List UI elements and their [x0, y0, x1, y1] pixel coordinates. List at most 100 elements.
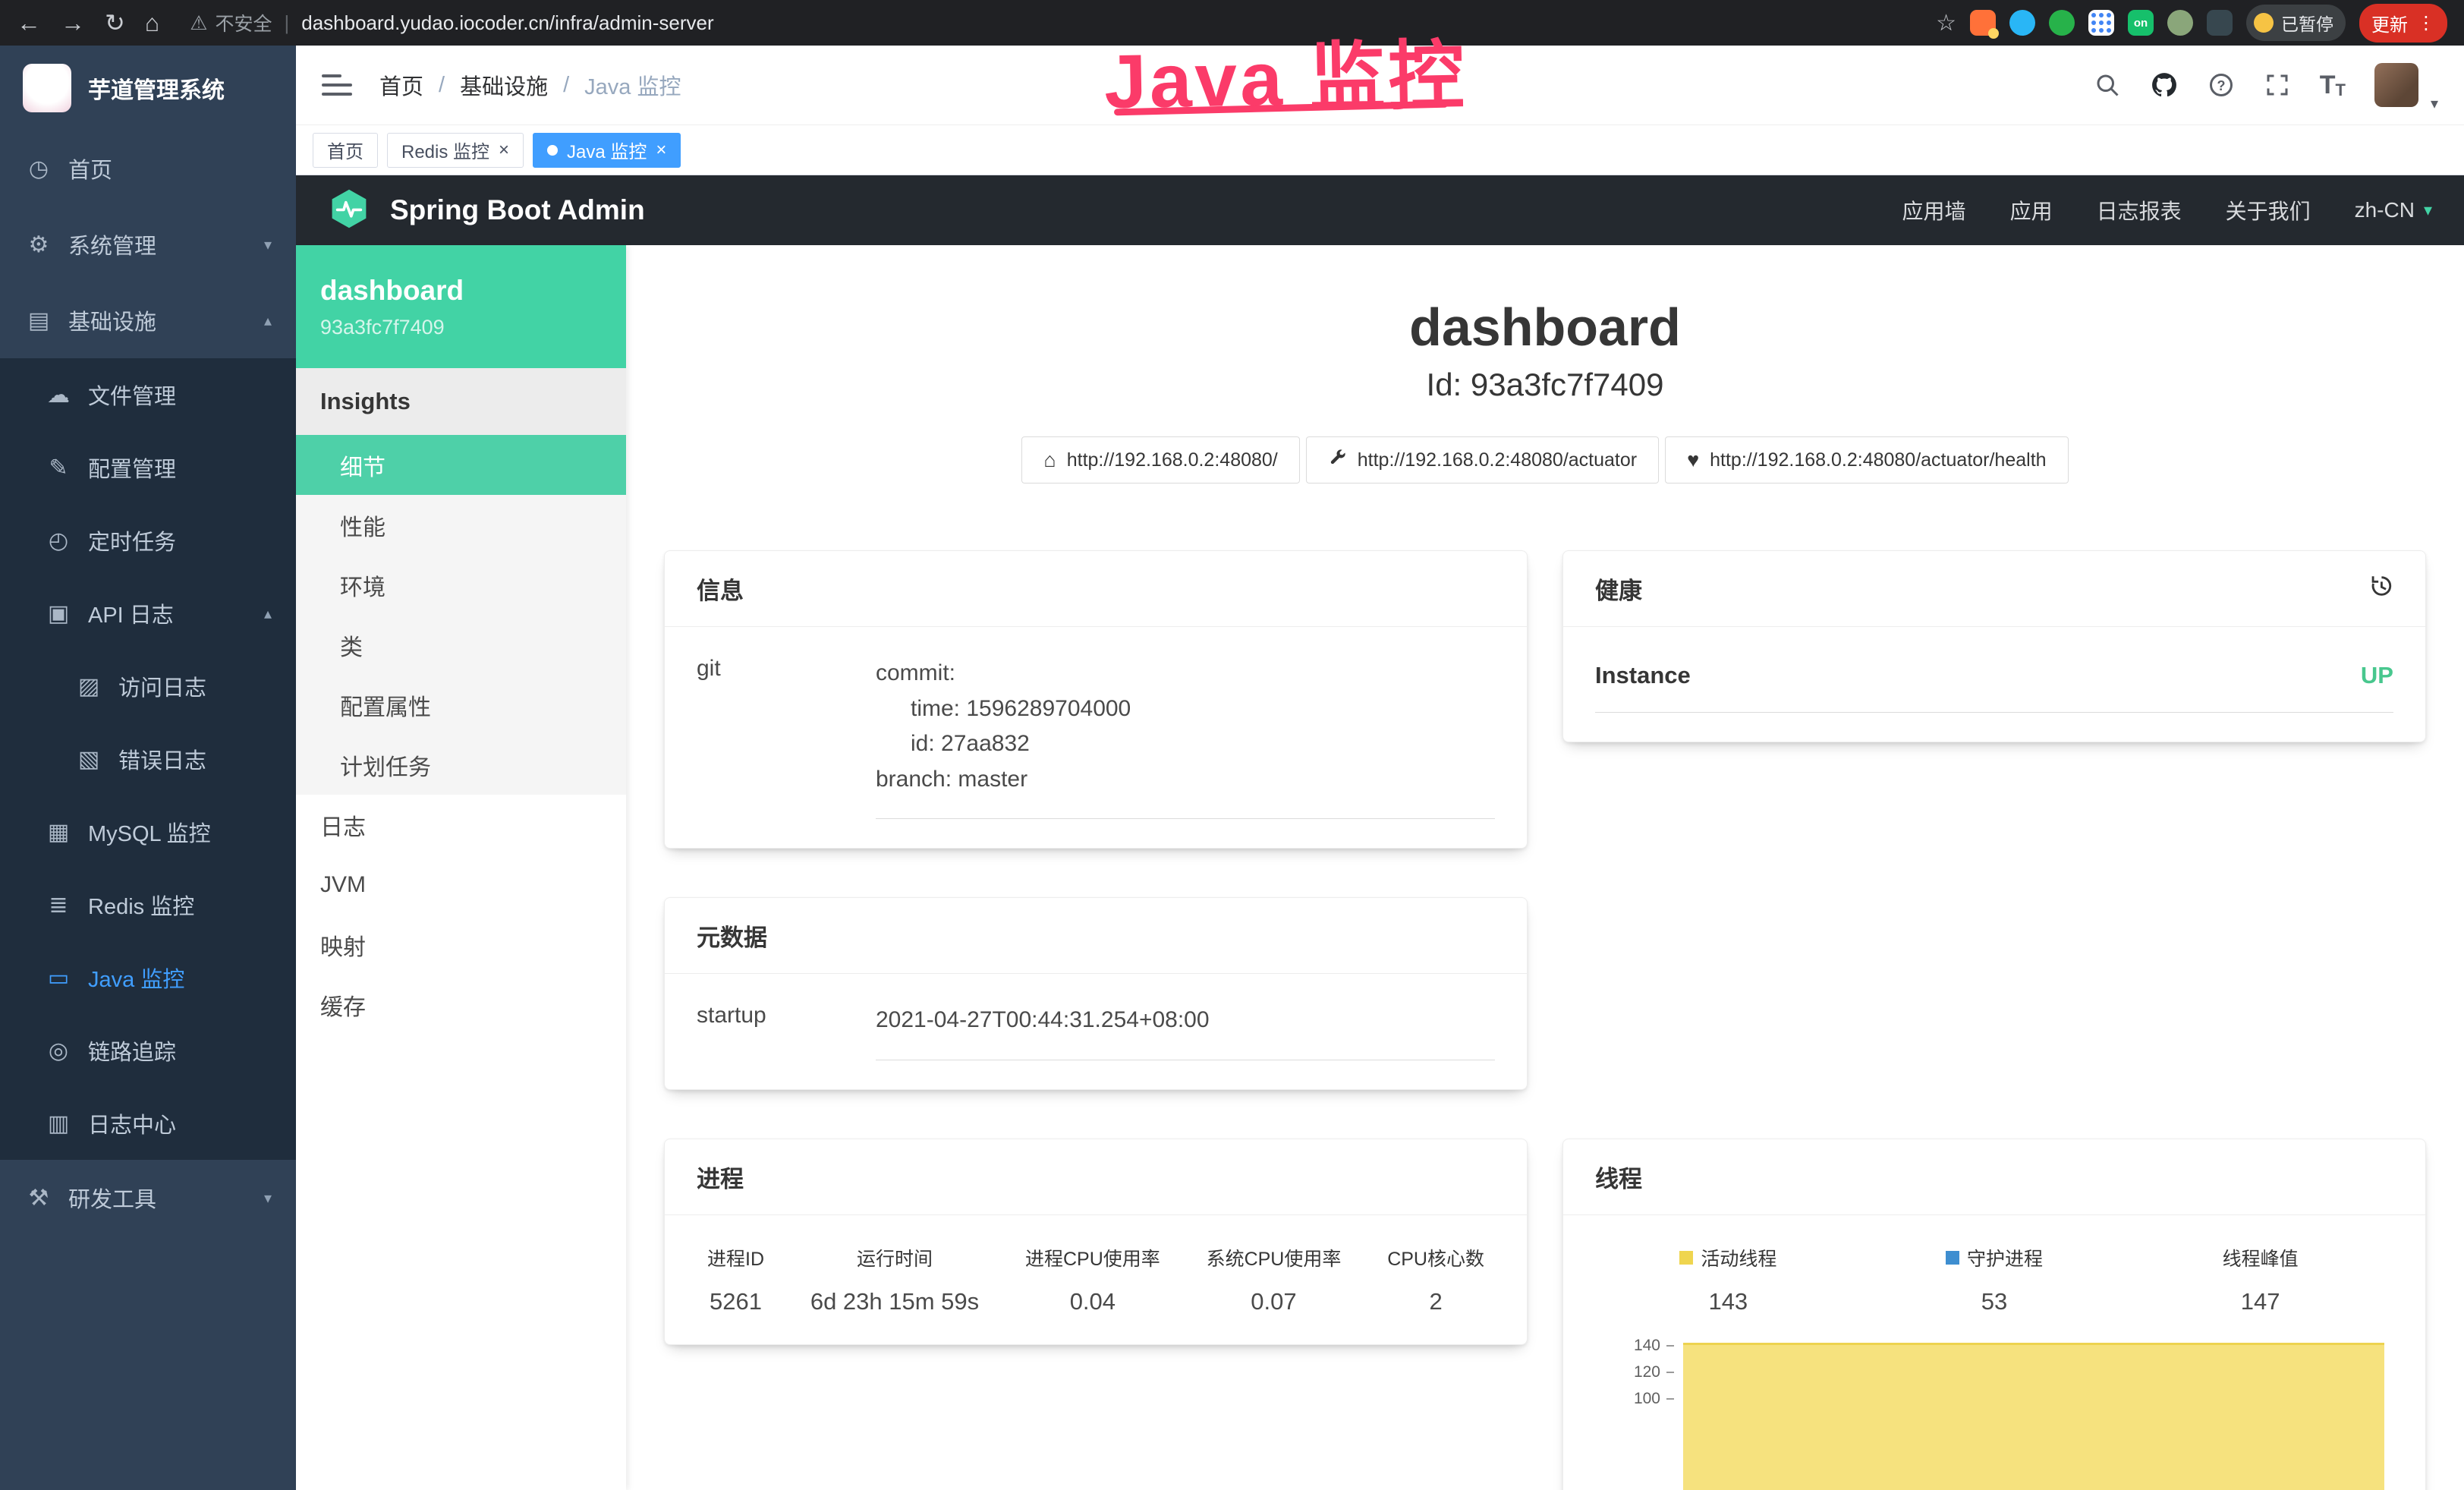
github-icon[interactable] [2150, 71, 2179, 99]
breadcrumb-home[interactable]: 首页 [379, 69, 423, 101]
close-icon[interactable]: × [656, 141, 666, 159]
browser-home-icon[interactable]: ⌂ [145, 9, 159, 37]
extension-icon-drop[interactable] [2009, 10, 2035, 36]
tab-home[interactable]: 首页 [313, 133, 378, 168]
sidebar-item-system[interactable]: ⚙ 系统管理 ▾ [0, 206, 296, 282]
address-divider: | [284, 11, 289, 35]
sba-logo-icon[interactable] [328, 187, 370, 234]
browser-chrome: ← → ↻ ⌂ ⚠ 不安全 | dashboard.yudao.iocoder.… [0, 0, 2464, 46]
font-size-icon[interactable]: TT [2320, 71, 2346, 100]
threads-legend: 活动线程 143 守护进程 53 线程峰值 14 [1595, 1244, 2393, 1315]
sba-item-scheduled-tasks[interactable]: 计划任务 [296, 735, 626, 795]
sidebar-item-label: 基础设施 [68, 304, 156, 336]
sidebar-item-access-log[interactable]: ▨ 访问日志 [0, 650, 296, 723]
sba-brand[interactable]: Spring Boot Admin [390, 194, 645, 226]
extension-icon-switch[interactable]: on [2128, 10, 2154, 36]
sba-item-environment[interactable]: 环境 [296, 555, 626, 615]
sidebar-item-mysql[interactable]: ▦ MySQL 监控 [0, 795, 296, 868]
forward-icon[interactable]: → [61, 9, 85, 37]
instance-links: ⌂ http://192.168.0.2:48080/ http://192.1… [664, 436, 2426, 484]
sba-item-mappings[interactable]: 映射 [296, 915, 626, 975]
browser-menu-dots-icon[interactable]: ⋮ [2417, 12, 2435, 34]
sba-language-select[interactable]: zh-CN ▾ [2355, 198, 2432, 222]
health-card-title: 健康 [1595, 572, 1642, 606]
sba-nav-journal[interactable]: 日志报表 [2097, 195, 2182, 225]
browser-toolbar-right: ☆ on 已暂停 更新 ⋮ [1936, 4, 2447, 43]
extension-icon-green[interactable] [2049, 10, 2075, 36]
help-icon[interactable]: ? [2208, 71, 2235, 99]
sidebar-item-trace[interactable]: ◎ 链路追踪 [0, 1014, 296, 1087]
close-icon[interactable]: × [499, 141, 509, 159]
sba-group-insights[interactable]: Insights [296, 368, 626, 435]
extension-icon-grid[interactable] [2088, 10, 2114, 36]
caret-down-icon: ▾ [2431, 94, 2438, 113]
sba-item-classes[interactable]: 类 [296, 615, 626, 675]
process-pid: 进程ID 5261 [707, 1244, 764, 1315]
address-bar[interactable]: ⚠ 不安全 | dashboard.yudao.iocoder.cn/infra… [190, 9, 1916, 36]
link-actuator-url[interactable]: http://192.168.0.2:48080/actuator [1306, 436, 1659, 484]
navbar-actions: ? TT ▾ [2094, 58, 2438, 113]
refresh-icon[interactable]: ↻ [105, 8, 125, 37]
dots-grid-icon [2091, 13, 2111, 33]
sba-nav-about[interactable]: 关于我们 [2226, 195, 2311, 225]
update-button[interactable]: 更新 ⋮ [2359, 4, 2447, 43]
link-service-url[interactable]: ⌂ http://192.168.0.2:48080/ [1021, 436, 1299, 484]
screen: ← → ↻ ⌂ ⚠ 不安全 | dashboard.yudao.iocoder.… [0, 0, 2464, 1490]
sba-item-details[interactable]: 细节 [296, 435, 626, 495]
sidebar-item-error-log[interactable]: ▧ 错误日志 [0, 723, 296, 795]
chevron-down-icon: ▾ [2424, 200, 2432, 220]
sba-item-metrics[interactable]: 性能 [296, 495, 626, 555]
sidebar-item-redis[interactable]: ≣ Redis 监控 [0, 868, 296, 941]
sidebar-item-label: API 日志 [88, 597, 174, 629]
sba-item-logs[interactable]: 日志 [296, 795, 626, 855]
extension-icon-fox[interactable] [1970, 10, 1996, 36]
user-avatar[interactable] [2374, 63, 2418, 107]
health-row-instance[interactable]: Instance UP [1595, 662, 2393, 713]
chevron-down-icon: ▾ [264, 235, 272, 254]
bookmark-star-icon[interactable]: ☆ [1936, 10, 1956, 36]
sidebar-item-java[interactable]: ▭ Java 监控 [0, 941, 296, 1014]
threads-card-title: 线程 [1563, 1139, 2425, 1215]
sba-nav-wallboard[interactable]: 应用墙 [1902, 195, 1966, 225]
active-dot [547, 145, 558, 156]
extension-icon-puzzle[interactable] [2207, 10, 2233, 36]
breadcrumb-separator: / [563, 73, 569, 98]
sidebar-item-label: 定时任务 [88, 524, 176, 556]
health-instance-label: Instance [1595, 662, 1691, 689]
sidebar-item-infra[interactable]: ▤ 基础设施 ▴ [0, 282, 296, 358]
instance-header[interactable]: dashboard 93a3fc7f7409 [296, 245, 626, 368]
sba-item-configprops[interactable]: 配置属性 [296, 675, 626, 735]
url-text[interactable]: dashboard.yudao.iocoder.cn/infra/admin-s… [301, 11, 713, 35]
page-instance-id: Id: 93a3fc7f7409 [664, 367, 2426, 403]
legend-yellow-swatch [1679, 1251, 1693, 1265]
info-line: branch: master [876, 762, 1495, 798]
metadata-card: 元数据 startup 2021-04-27T00:44:31.254+08:0… [664, 897, 1528, 1090]
sidebar-item-log-center[interactable]: ▥ 日志中心 [0, 1087, 296, 1160]
tab-redis-monitor[interactable]: Redis 监控 × [387, 133, 524, 168]
search-icon[interactable] [2094, 71, 2121, 99]
sidebar-item-api-log[interactable]: ▣ API 日志 ▴ [0, 577, 296, 650]
sidebar-item-file[interactable]: ☁ 文件管理 [0, 358, 296, 431]
app-logo-row[interactable]: 芋道管理系统 [0, 46, 296, 131]
sidebar-item-config[interactable]: ✎ 配置管理 [0, 431, 296, 504]
extension-icon-leaf[interactable] [2167, 10, 2193, 36]
hamburger-icon[interactable] [322, 74, 352, 96]
sidebar-item-label: 链路追踪 [88, 1035, 176, 1066]
link-health-url[interactable]: ♥ http://192.168.0.2:48080/actuator/heal… [1665, 436, 2068, 484]
sba-item-caches[interactable]: 缓存 [296, 975, 626, 1035]
history-icon[interactable] [2368, 573, 2393, 605]
sba-nav-applications[interactable]: 应用 [2010, 195, 2053, 225]
back-icon[interactable]: ← [17, 9, 41, 37]
fullscreen-icon[interactable] [2264, 71, 2291, 99]
breadcrumb-infra[interactable]: 基础设施 [460, 69, 548, 101]
sidebar-item-label: Redis 监控 [88, 889, 194, 921]
sidebar-item-home[interactable]: ◷ 首页 [0, 131, 296, 206]
sidebar-item-dev-tools[interactable]: ⚒ 研发工具 ▾ [0, 1160, 296, 1236]
tab-java-monitor[interactable]: Java 监控 × [533, 133, 681, 168]
profile-paused-chip[interactable]: 已暂停 [2246, 5, 2346, 41]
sidebar-item-job[interactable]: ◴ 定时任务 [0, 504, 296, 577]
security-status[interactable]: ⚠ 不安全 [190, 9, 272, 36]
process-uptime: 运行时间 6d 23h 15m 59s [810, 1244, 979, 1315]
sba-item-jvm[interactable]: JVM [296, 855, 626, 915]
extension-badge [1988, 28, 1999, 39]
